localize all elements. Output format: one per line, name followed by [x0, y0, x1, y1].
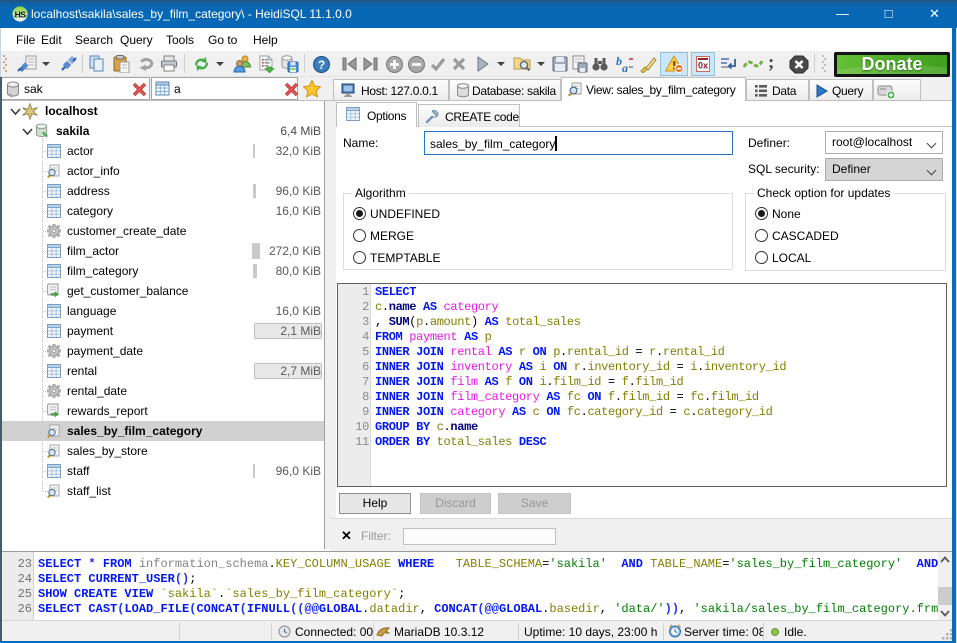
svg-text:a: a [622, 61, 628, 73]
svg-text:?: ? [318, 58, 325, 72]
svg-text:0x: 0x [698, 61, 708, 71]
svg-text:HS: HS [15, 10, 27, 20]
